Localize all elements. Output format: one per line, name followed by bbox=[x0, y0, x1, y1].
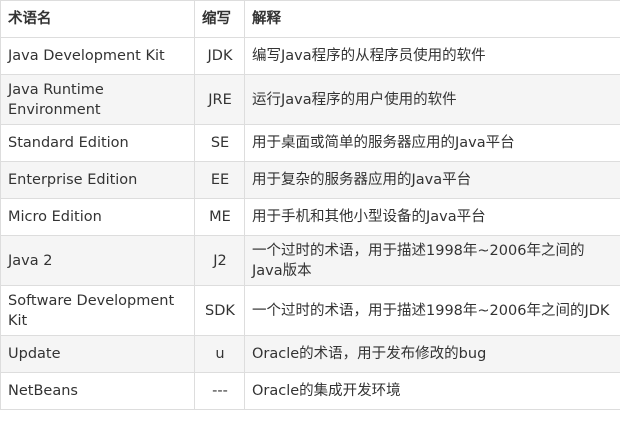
glossary-table: 术语名 缩写 解释 Java Development Kit JDK 编写Jav… bbox=[0, 0, 620, 410]
term-cell: Enterprise Edition bbox=[0, 161, 195, 199]
term-cell: Java 2 bbox=[0, 235, 195, 286]
abbreviation-cell: u bbox=[194, 335, 245, 373]
table-row: NetBeans --- Oracle的集成开发环境 bbox=[0, 372, 620, 410]
abbreviation-cell: --- bbox=[194, 372, 245, 410]
description-cell: 运行Java程序的用户使用的软件 bbox=[244, 74, 620, 125]
description-cell: 用于桌面或简单的服务器应用的Java平台 bbox=[244, 124, 620, 162]
abbreviation-cell: JRE bbox=[194, 74, 245, 125]
description-cell: Oracle的集成开发环境 bbox=[244, 372, 620, 410]
term-cell: Java Runtime Environment bbox=[0, 74, 195, 125]
header-description: 解释 bbox=[244, 0, 620, 38]
term-cell: Standard Edition bbox=[0, 124, 195, 162]
term-cell: Micro Edition bbox=[0, 198, 195, 236]
abbreviation-cell: JDK bbox=[194, 37, 245, 75]
header-term: 术语名 bbox=[0, 0, 195, 38]
description-cell: 编写Java程序的从程序员使用的软件 bbox=[244, 37, 620, 75]
table-row: Java Runtime Environment JRE 运行Java程序的用户… bbox=[0, 74, 620, 125]
term-cell: Update bbox=[0, 335, 195, 373]
abbreviation-cell: EE bbox=[194, 161, 245, 199]
term-cell: Software Development Kit bbox=[0, 285, 195, 336]
table-row: Software Development Kit SDK 一个过时的术语，用于描… bbox=[0, 285, 620, 336]
table-row: Enterprise Edition EE 用于复杂的服务器应用的Java平台 bbox=[0, 161, 620, 199]
term-cell: NetBeans bbox=[0, 372, 195, 410]
description-cell: 一个过时的术语，用于描述1998年~2006年之间的Java版本 bbox=[244, 235, 620, 286]
table-row: Java Development Kit JDK 编写Java程序的从程序员使用… bbox=[0, 37, 620, 75]
table-row: Update u Oracle的术语，用于发布修改的bug bbox=[0, 335, 620, 373]
table-row: Standard Edition SE 用于桌面或简单的服务器应用的Java平台 bbox=[0, 124, 620, 162]
table-row: Java 2 J2 一个过时的术语，用于描述1998年~2006年之间的Java… bbox=[0, 235, 620, 286]
abbreviation-cell: SDK bbox=[194, 285, 245, 336]
abbreviation-cell: J2 bbox=[194, 235, 245, 286]
description-cell: 一个过时的术语，用于描述1998年~2006年之间的JDK bbox=[244, 285, 620, 336]
description-cell: 用于复杂的服务器应用的Java平台 bbox=[244, 161, 620, 199]
table-row: Micro Edition ME 用于手机和其他小型设备的Java平台 bbox=[0, 198, 620, 236]
description-cell: 用于手机和其他小型设备的Java平台 bbox=[244, 198, 620, 236]
abbreviation-cell: ME bbox=[194, 198, 245, 236]
description-cell: Oracle的术语，用于发布修改的bug bbox=[244, 335, 620, 373]
header-row: 术语名 缩写 解释 bbox=[0, 0, 620, 38]
header-abbreviation: 缩写 bbox=[194, 0, 245, 38]
term-cell: Java Development Kit bbox=[0, 37, 195, 75]
abbreviation-cell: SE bbox=[194, 124, 245, 162]
